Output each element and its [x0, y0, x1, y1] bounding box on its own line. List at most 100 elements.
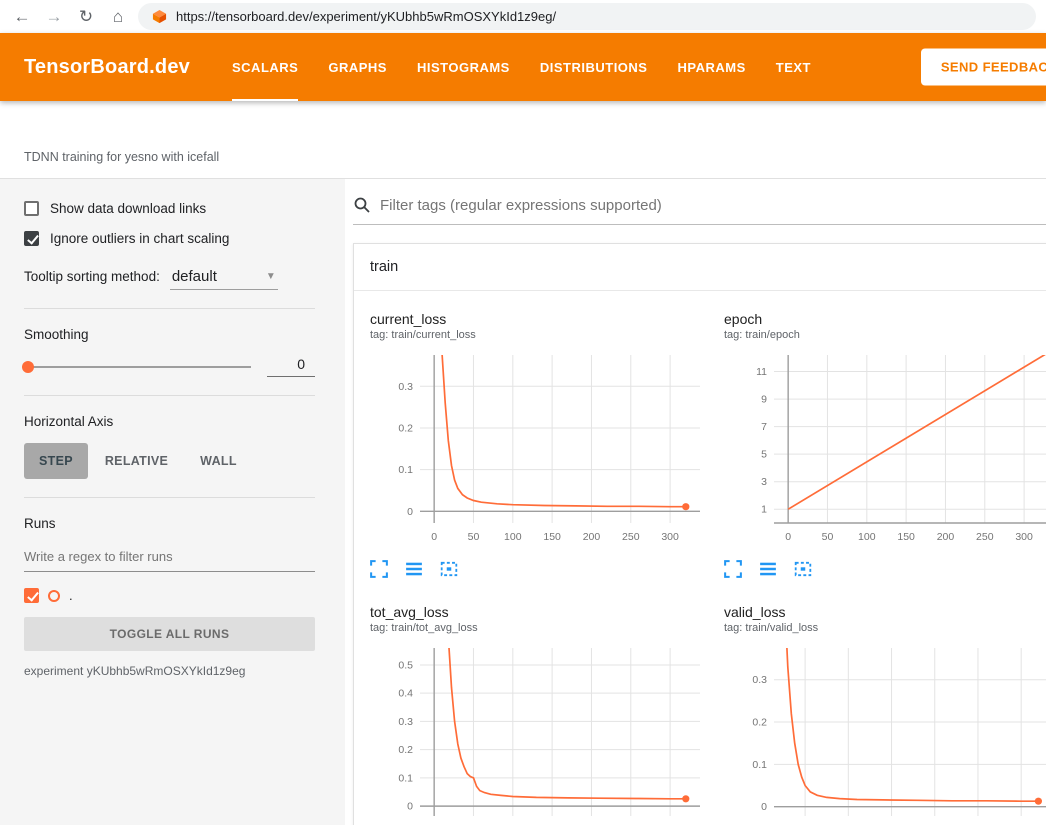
svg-text:7: 7: [761, 421, 767, 433]
svg-text:300: 300: [1015, 531, 1033, 543]
run-list-item: .: [24, 588, 315, 603]
train-section-header[interactable]: train: [354, 244, 1046, 291]
svg-text:3: 3: [761, 476, 767, 488]
show-download-links-label: Show data download links: [50, 201, 206, 216]
svg-text:0.2: 0.2: [398, 422, 413, 434]
expand-chart-icon[interactable]: [370, 560, 388, 578]
svg-text:200: 200: [583, 531, 601, 543]
back-icon[interactable]: ←: [10, 5, 34, 29]
runs-label: Runs: [24, 516, 315, 531]
svg-text:0: 0: [785, 531, 791, 543]
show-download-links-row: Show data download links: [24, 201, 315, 216]
chart-tag: tag: train/epoch: [724, 329, 1046, 341]
reload-icon[interactable]: ↻: [74, 5, 98, 29]
chart-toolbar: [724, 560, 1046, 578]
tab-hparams[interactable]: HPARAMS: [677, 33, 745, 101]
smoothing-value[interactable]: 0: [267, 356, 315, 377]
app-logo[interactable]: TensorBoard.dev: [24, 56, 190, 79]
tag-filter-input[interactable]: [380, 197, 1046, 214]
run-checkbox[interactable]: [24, 588, 39, 603]
svg-text:250: 250: [622, 531, 640, 543]
chart-title: epoch: [724, 311, 1046, 327]
smoothing-slider-row: 0: [24, 356, 315, 377]
smoothing-slider[interactable]: [24, 366, 251, 368]
tooltip-sorting-value: default: [172, 268, 217, 285]
svg-text:0.5: 0.5: [398, 659, 413, 671]
svg-text:100: 100: [504, 531, 522, 543]
axis-wall-button[interactable]: WALL: [185, 443, 252, 479]
chart-tag: tag: train/tot_avg_loss: [370, 622, 710, 634]
tooltip-sorting-select[interactable]: default ▼: [170, 266, 278, 290]
sidebar-divider: [24, 395, 315, 396]
ignore-outliers-checkbox[interactable]: [24, 231, 39, 246]
line-chart-valid-loss[interactable]: 5010015020025030000.10.20.3: [724, 642, 1046, 825]
svg-text:0.1: 0.1: [398, 772, 413, 784]
svg-text:9: 9: [761, 394, 767, 406]
ignore-outliers-row: Ignore outliers in chart scaling: [24, 231, 315, 246]
runs-selector-icon[interactable]: [405, 560, 423, 578]
charts-grid: current_loss tag: train/current_loss 050…: [354, 291, 1046, 825]
svg-text:300: 300: [661, 531, 679, 543]
search-icon: [353, 196, 371, 214]
svg-text:0.4: 0.4: [398, 688, 413, 700]
tab-histograms[interactable]: HISTOGRAMS: [417, 33, 510, 101]
svg-text:0.3: 0.3: [398, 716, 413, 728]
runs-selector-icon[interactable]: [759, 560, 777, 578]
axis-relative-button[interactable]: RELATIVE: [90, 443, 183, 479]
fit-domain-icon[interactable]: [794, 560, 812, 578]
sidebar-divider: [24, 308, 315, 309]
svg-text:0: 0: [761, 801, 767, 813]
svg-text:0.3: 0.3: [752, 674, 767, 686]
show-download-links-checkbox[interactable]: [24, 201, 39, 216]
run-color-swatch: [48, 590, 60, 602]
svg-text:0.1: 0.1: [752, 759, 767, 771]
chart-toolbar: [370, 560, 710, 578]
run-name: .: [69, 588, 73, 603]
address-bar[interactable]: https://tensorboard.dev/experiment/yKUbh…: [138, 3, 1036, 30]
svg-text:150: 150: [543, 531, 561, 543]
url-text: https://tensorboard.dev/experiment/yKUbh…: [176, 9, 556, 24]
send-feedback-button[interactable]: SEND FEEDBACK: [921, 49, 1046, 86]
home-icon[interactable]: ⌂: [106, 5, 130, 29]
line-chart-current-loss[interactable]: 05010015020025030000.10.20.3: [370, 349, 706, 549]
chart-tag: tag: train/valid_loss: [724, 622, 1046, 634]
tab-graphs[interactable]: GRAPHS: [328, 33, 387, 101]
chart-tile-current-loss: current_loss tag: train/current_loss 0 50…: [370, 311, 710, 578]
runs-filter-input[interactable]: [24, 545, 315, 572]
svg-text:0.2: 0.2: [752, 717, 767, 729]
sidebar-divider: [24, 497, 315, 498]
chart-title: tot_avg_loss: [370, 604, 710, 620]
line-chart-tot-avg-loss[interactable]: 05010015020025030000.10.20.30.40.5: [370, 642, 706, 825]
svg-text:150: 150: [897, 531, 915, 543]
horizontal-axis-buttons: STEP RELATIVE WALL: [24, 443, 315, 479]
smoothing-slider-thumb[interactable]: [22, 361, 34, 373]
chevron-down-icon: ▼: [266, 271, 276, 282]
svg-text:100: 100: [858, 531, 876, 543]
svg-text:0.3: 0.3: [398, 381, 413, 393]
tab-scalars[interactable]: SCALARS: [232, 33, 298, 101]
forward-icon[interactable]: →: [42, 5, 66, 29]
expand-chart-icon[interactable]: [724, 560, 742, 578]
svg-text:200: 200: [937, 531, 955, 543]
svg-text:0: 0: [407, 506, 413, 518]
svg-text:0: 0: [431, 531, 437, 543]
browser-toolbar: ← → ↻ ⌂ https://tensorboard.dev/experime…: [0, 0, 1046, 33]
chart-title: valid_loss: [724, 604, 1046, 620]
svg-text:50: 50: [468, 531, 480, 543]
horizontal-axis-label: Horizontal Axis: [24, 414, 315, 429]
chart-tag: tag: train/current_loss: [370, 329, 710, 341]
toggle-all-runs-button[interactable]: TOGGLE ALL RUNS: [24, 617, 315, 651]
tooltip-sorting-label: Tooltip sorting method:: [24, 269, 160, 284]
svg-text:0.2: 0.2: [398, 744, 413, 756]
axis-step-button[interactable]: STEP: [24, 443, 88, 479]
chart-title: current_loss: [370, 311, 710, 327]
svg-text:250: 250: [976, 531, 994, 543]
tab-text[interactable]: TEXT: [776, 33, 811, 101]
fit-domain-icon[interactable]: [440, 560, 458, 578]
smoothing-label: Smoothing: [24, 327, 315, 342]
line-chart-epoch[interactable]: 0501001502002503001357911: [724, 349, 1046, 549]
svg-text:5: 5: [761, 449, 767, 461]
tab-distributions[interactable]: DISTRIBUTIONS: [540, 33, 648, 101]
ignore-outliers-label: Ignore outliers in chart scaling: [50, 231, 229, 246]
svg-text:0: 0: [407, 801, 413, 813]
